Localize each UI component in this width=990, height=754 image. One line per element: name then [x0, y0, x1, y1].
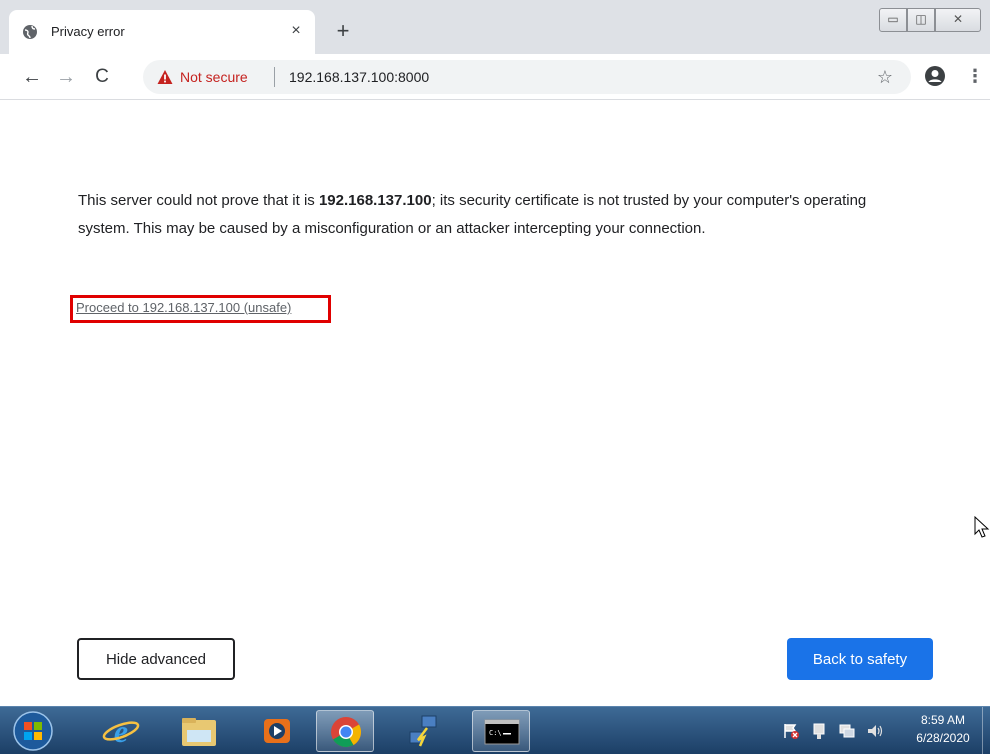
tab-title: Privacy error [51, 24, 125, 39]
message-host: 192.168.137.100 [318, 192, 432, 209]
taskbar-media-player[interactable] [248, 710, 306, 752]
mouse-cursor-icon [974, 516, 990, 538]
tab-strip: Privacy error × + ▭ ◫ ✕ [0, 0, 990, 54]
forward-button[interactable]: → [52, 63, 80, 91]
taskbar-command-prompt[interactable]: C:\ [472, 710, 530, 752]
usb-device-icon[interactable] [810, 722, 828, 740]
network-computers-icon [409, 715, 437, 747]
volume-icon[interactable] [866, 722, 884, 740]
proceed-unsafe-link[interactable]: Proceed to 192.168.137.100 (unsafe) [76, 299, 291, 317]
window-controls: ▭ ◫ ✕ [879, 8, 990, 32]
globe-icon [23, 25, 37, 39]
folder-icon [182, 718, 216, 746]
hide-advanced-button[interactable]: Hide advanced [77, 638, 235, 680]
close-window-button[interactable]: ✕ [935, 8, 981, 32]
not-secure-label[interactable]: Not secure [180, 69, 248, 85]
page-content: This server could not prove that it is 1… [0, 101, 990, 683]
browser-toolbar: ← → C Not secure 192.168.137.100:8000 ☆ [0, 54, 990, 100]
taskbar-file-explorer[interactable] [170, 710, 228, 752]
bookmark-star-icon[interactable]: ☆ [874, 66, 896, 88]
url-divider [274, 67, 275, 87]
maximize-button[interactable]: ◫ [907, 8, 935, 32]
start-button-icon[interactable] [10, 709, 56, 753]
reload-button[interactable]: C [88, 63, 116, 91]
taskbar-chrome[interactable] [316, 710, 374, 752]
minimize-button[interactable]: ▭ [879, 8, 907, 32]
internet-explorer-icon: e [102, 713, 140, 749]
taskbar-network-tool[interactable] [394, 710, 452, 752]
clock-time[interactable]: 8:59 AM [910, 712, 976, 728]
action-center-flag-icon[interactable] [782, 722, 800, 740]
new-tab-button[interactable]: + [331, 20, 355, 44]
taskbar: e C:\ 8:59 AM 6/28/2020 [0, 706, 990, 754]
message-pre: This server could not prove that it is [78, 192, 319, 209]
url-text[interactable]: 192.168.137.100:8000 [289, 69, 429, 85]
menu-icon[interactable]: ⋮ [966, 66, 984, 86]
account-icon[interactable] [924, 65, 946, 87]
chrome-icon [331, 717, 361, 748]
security-message: This server could not prove that it is 1… [78, 187, 908, 243]
back-to-safety-button[interactable]: Back to safety [787, 638, 933, 680]
command-prompt-icon: C:\ [484, 719, 520, 745]
address-bar[interactable]: Not secure 192.168.137.100:8000 ☆ [143, 60, 911, 94]
taskbar-internet-explorer[interactable]: e [92, 710, 150, 752]
tab-close-button[interactable]: × [286, 21, 306, 41]
system-tray: 8:59 AM 6/28/2020 [770, 707, 990, 754]
svg-text:e: e [114, 713, 128, 749]
clock-date[interactable]: 6/28/2020 [910, 730, 976, 746]
svg-text:C:\: C:\ [489, 729, 502, 737]
media-player-icon [264, 719, 290, 743]
back-button[interactable]: ← [18, 63, 46, 91]
warning-icon[interactable] [157, 69, 173, 85]
network-icon[interactable] [838, 722, 856, 740]
show-desktop-button[interactable] [982, 707, 990, 754]
